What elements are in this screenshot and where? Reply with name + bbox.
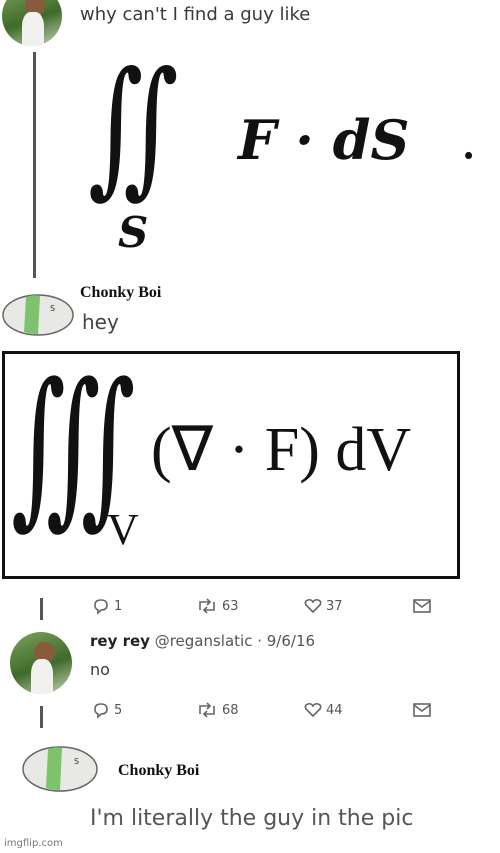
author-name-1[interactable]: Chonky Boi — [80, 284, 161, 302]
surface-integral: ∬ — [88, 40, 179, 212]
mail-icon — [413, 703, 431, 717]
svg-text:S: S — [74, 757, 79, 766]
retweet-button[interactable]: 63 — [196, 598, 239, 614]
like-button-2[interactable]: 44 — [304, 702, 343, 718]
like-count: 37 — [326, 598, 343, 614]
surface-integrand: F · dS — [238, 108, 410, 172]
tweet-text-4: I'm literally the guy in the pic — [90, 806, 414, 831]
reply-count-2: 5 — [114, 702, 123, 718]
watermark: imgflip.com — [4, 838, 63, 849]
reply-icon — [94, 703, 108, 718]
author-handle-date: @reganslatic · 9/6/16 — [154, 632, 316, 650]
heart-icon — [304, 598, 322, 614]
avatar-bean[interactable]: S — [0, 288, 76, 340]
action-bar-2: 5 68 44 — [0, 698, 500, 722]
avatar-girl[interactable] — [10, 632, 72, 694]
retweet-count: 63 — [222, 598, 239, 614]
like-count-2: 44 — [326, 702, 343, 718]
retweet-button-2[interactable]: 68 — [196, 702, 239, 718]
author-name-3[interactable]: Chonky Boi — [118, 762, 199, 780]
volume-subscript: V — [107, 505, 139, 554]
retweet-icon — [199, 702, 215, 718]
retweet-count-2: 68 — [222, 702, 239, 718]
surface-subscript: S — [118, 208, 149, 257]
reply-button-2[interactable]: 5 — [92, 702, 122, 718]
tweet-header-2: rey rey @reganslatic · 9/6/16 — [90, 632, 315, 650]
author-name-2[interactable]: rey rey — [90, 632, 150, 650]
divergence-equation-box: ∭ V (∇ · F) dV — [2, 347, 460, 579]
divergence-integrand: (∇ · F) dV — [151, 416, 412, 484]
message-button-2[interactable] — [412, 702, 432, 718]
reply-button[interactable]: 1 — [92, 598, 122, 614]
surface-period: . — [460, 108, 478, 171]
message-button[interactable] — [412, 598, 432, 614]
tweet-text-1: why can't I find a guy like — [80, 4, 311, 25]
tweet-text-3: no — [90, 660, 110, 679]
action-bar-1: 1 63 37 — [0, 594, 500, 618]
heart-icon — [304, 702, 322, 718]
thread-line-1 — [33, 52, 36, 278]
mail-icon — [413, 599, 431, 613]
reply-count: 1 — [114, 598, 123, 614]
like-button[interactable]: 37 — [304, 598, 343, 614]
avatar-bean-2[interactable]: S — [20, 740, 100, 796]
tweet-text-2: hey — [82, 310, 119, 334]
svg-text:S: S — [50, 304, 55, 313]
retweet-icon — [199, 598, 215, 614]
reply-icon — [94, 599, 108, 614]
avatar-girl-top[interactable] — [2, 0, 62, 46]
